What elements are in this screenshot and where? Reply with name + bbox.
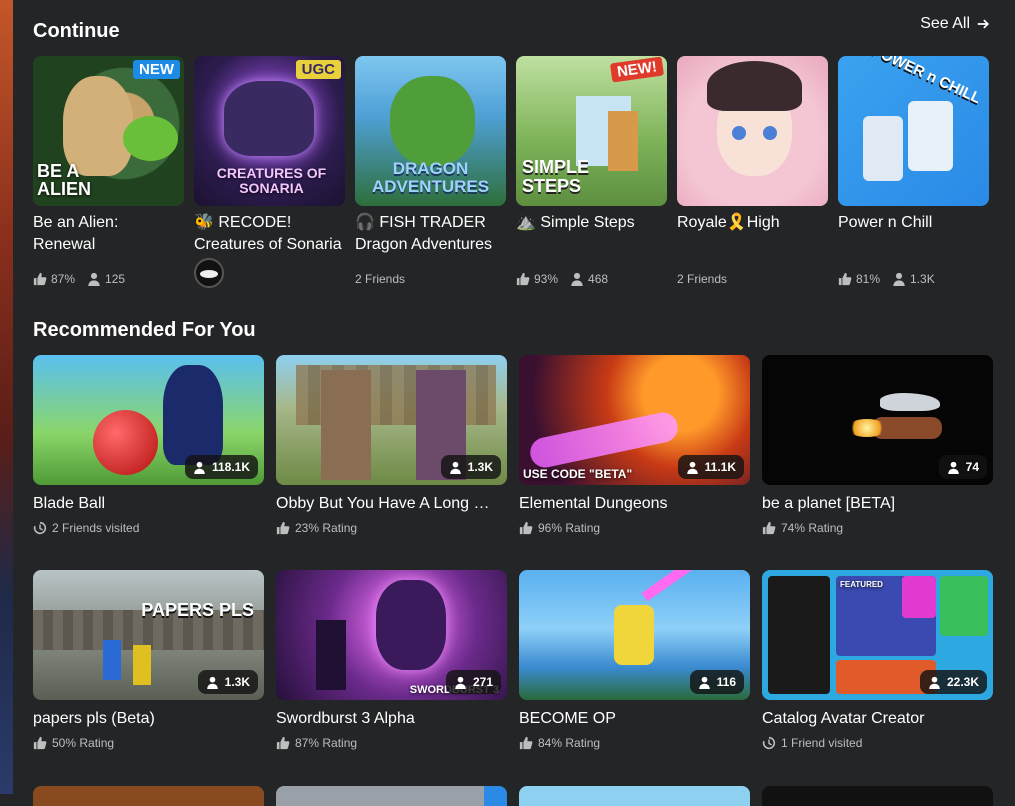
player-icon	[449, 461, 461, 474]
game-title: Elemental Dungeons	[519, 495, 668, 512]
player-icon	[571, 272, 583, 286]
game-card-become-op[interactable]: 116 BECOME OP 84% Rating	[519, 570, 750, 750]
player-count-badge: 22.3K	[919, 670, 987, 694]
continue-section-title: Continue	[33, 20, 120, 42]
game-card-elemental-dungeons[interactable]: USE CODE "BETA" 11.1K Elemental Dungeons…	[519, 355, 750, 535]
game-title: papers pls (Beta)	[33, 710, 155, 727]
player-count-badge: 1.3K	[197, 670, 258, 694]
friend-avatar[interactable]	[194, 258, 224, 288]
game-title: Catalog Avatar Creator	[762, 710, 925, 727]
friends-count: 2 Friends	[677, 272, 728, 286]
player-count-badge: 1.3K	[440, 455, 501, 479]
game-title: Blade Ball	[33, 495, 106, 512]
game-thumbnail[interactable]: POWER n CHILL	[838, 56, 989, 206]
game-card-power-n-chill[interactable]: POWER n CHILL Power n Chill 81% 1.3K	[838, 56, 989, 288]
game-card-be-a-planet[interactable]: 74 be a planet [BETA] 74% Rating	[762, 355, 993, 535]
thumbs-up-icon	[276, 521, 290, 535]
player-count-badge: 74	[938, 455, 987, 479]
game-card-dragon-adventures[interactable]: DRAGON ADVENTURES 🎧 FISH TRADER Dragon A…	[355, 56, 506, 288]
player-icon	[929, 676, 940, 689]
game-thumbnail[interactable]: 74	[762, 355, 993, 485]
thumbs-up-icon	[519, 736, 533, 750]
player-icon	[194, 461, 205, 474]
game-thumbnail[interactable]: 116	[519, 570, 750, 700]
thumbs-up-icon	[33, 272, 47, 286]
game-thumbnail-partial[interactable]	[276, 786, 507, 806]
player-icon	[206, 676, 218, 689]
player-icon	[686, 461, 698, 474]
game-card-blade-ball[interactable]: 118.1K Blade Ball 2 Friends visited	[33, 355, 264, 535]
see-all-link[interactable]: See All	[920, 15, 990, 33]
thumbs-up-icon	[519, 521, 533, 535]
game-title: be a planet [BETA]	[762, 495, 896, 512]
player-count-badge: 271	[445, 670, 501, 694]
arrow-right-icon	[977, 19, 990, 29]
history-icon	[33, 521, 47, 535]
game-thumbnail-partial[interactable]	[519, 786, 750, 806]
game-card-papers-pls[interactable]: PAPERS PLS 1.3K papers pls (Beta) 50% Ra…	[33, 570, 264, 750]
game-thumbnail[interactable]: NEW! SIMPLE STEPS	[516, 56, 667, 206]
thumbs-up-icon	[762, 521, 776, 535]
player-count-badge: 11.1K	[677, 455, 744, 479]
game-card-catalog-avatar-creator[interactable]: FEATURED 22.3K Catalog Avatar Creator 1 …	[762, 570, 993, 750]
thumbs-up-icon	[516, 272, 530, 286]
game-thumbnail[interactable]: FEATURED 22.3K	[762, 570, 993, 700]
friends-count: 2 Friends	[355, 272, 406, 286]
ugc-badge: UGC	[295, 60, 341, 79]
game-title: BECOME OP	[519, 710, 616, 727]
player-count-badge: 118.1K	[184, 455, 258, 479]
game-card-simple-steps[interactable]: NEW! SIMPLE STEPS ⛰️ Simple Steps 93% 46…	[516, 56, 667, 288]
game-thumbnail[interactable]: 118.1K	[33, 355, 264, 485]
game-card-creatures-of-sonaria[interactable]: UGC CREATURES OF SONARIA 🐝 RECODE! Creat…	[194, 56, 345, 288]
game-thumbnail[interactable]: PAPERS PLS 1.3K	[33, 570, 264, 700]
player-icon	[455, 676, 466, 689]
player-icon	[947, 461, 959, 474]
game-title: 🐝 RECODE! Creatures of Sonaria	[194, 214, 342, 253]
game-card-be-an-alien[interactable]: NEW BE A ALIEN Be an Alien: Renewal 87% …	[33, 56, 184, 288]
game-thumbnail[interactable]: 1.3K	[276, 355, 507, 485]
game-card-swordburst-3[interactable]: SWORDBURST 3 271 Swordburst 3 Alpha 87% …	[276, 570, 507, 750]
game-thumbnail[interactable]: UGC CREATURES OF SONARIA	[194, 56, 345, 206]
thumbs-up-icon	[33, 736, 47, 750]
game-title: Swordburst 3 Alpha	[276, 710, 415, 727]
game-title: 🎧 FISH TRADER Dragon Adventures	[355, 214, 492, 253]
player-icon	[893, 272, 905, 286]
background-strip	[0, 0, 13, 794]
game-thumbnail[interactable]: SWORDBURST 3 271	[276, 570, 507, 700]
game-thumbnail-partial[interactable]	[762, 786, 993, 806]
player-icon	[698, 676, 710, 689]
game-title: Power n Chill	[838, 214, 933, 231]
game-thumbnail[interactable]	[677, 56, 828, 206]
history-icon	[762, 736, 776, 750]
game-title: Royale🎗️High	[677, 214, 780, 231]
game-title: ⛰️ Simple Steps	[516, 214, 635, 231]
new-badge: NEW!	[609, 56, 665, 83]
game-thumbnail-partial[interactable]	[33, 786, 264, 806]
game-card-obby-long[interactable]: 1.3K Obby But You Have A Long … 23% Rati…	[276, 355, 507, 535]
thumbs-up-icon	[276, 736, 290, 750]
game-title: Be an Alien: Renewal	[33, 214, 119, 253]
game-thumbnail[interactable]: DRAGON ADVENTURES	[355, 56, 506, 206]
game-title: Obby But You Have A Long …	[276, 495, 490, 512]
game-card-royale-high[interactable]: Royale🎗️High 2 Friends	[677, 56, 828, 288]
new-badge: NEW	[133, 60, 180, 79]
game-thumbnail[interactable]: USE CODE "BETA" 11.1K	[519, 355, 750, 485]
player-icon	[88, 272, 100, 286]
game-thumbnail[interactable]: NEW BE A ALIEN	[33, 56, 184, 206]
see-all-label: See All	[920, 15, 970, 32]
thumbs-up-icon	[838, 272, 852, 286]
home-page: Continue See All NEW BE A ALIEN Be an Al…	[13, 0, 1015, 806]
recommended-section-title: Recommended For You	[33, 319, 256, 341]
player-count-badge: 116	[689, 670, 744, 694]
